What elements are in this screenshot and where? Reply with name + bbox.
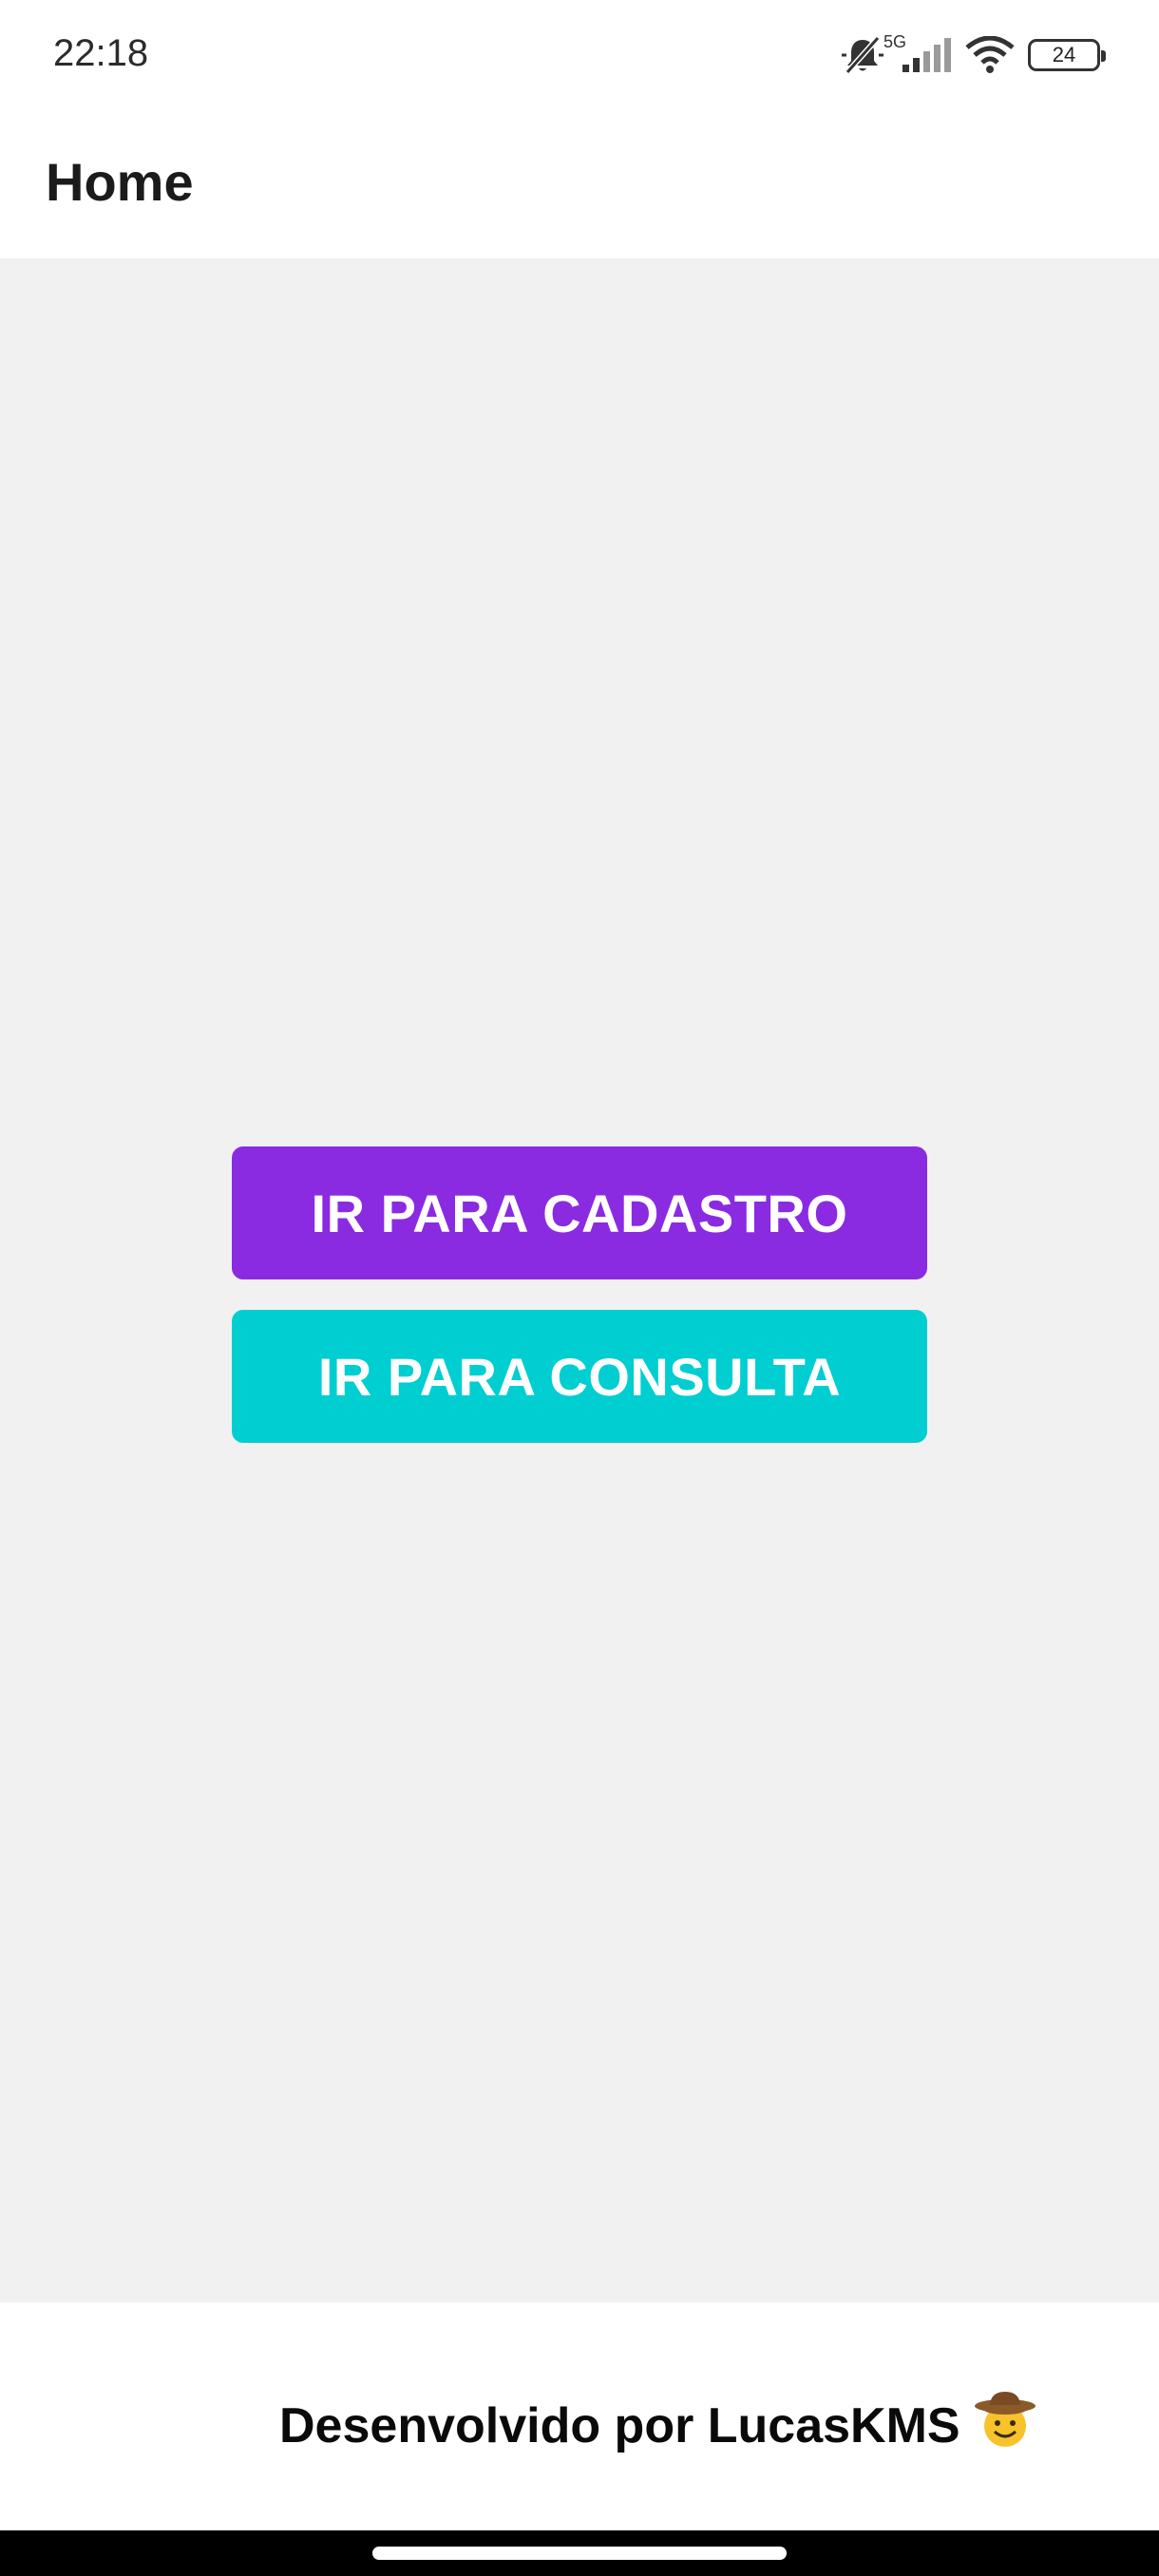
page-title: Home bbox=[46, 152, 194, 212]
signal-icon bbox=[901, 36, 952, 74]
battery-icon: 24 bbox=[1028, 39, 1106, 71]
go-to-consulta-button[interactable]: IR PARA CONSULTA bbox=[232, 1310, 927, 1443]
footer: Desenvolvido por LucasKMS bbox=[0, 2302, 1159, 2530]
status-time: 22:18 bbox=[53, 32, 149, 74]
status-bar: 22:18 5G 24 bbox=[0, 0, 1159, 109]
app-bar: Home bbox=[0, 109, 1159, 258]
wifi-icon bbox=[965, 36, 1015, 74]
cowboy-face-icon bbox=[974, 2390, 1036, 2461]
main-content: IR PARA CADASTRO IR PARA CONSULTA bbox=[0, 258, 1159, 2302]
footer-credit: Desenvolvido por LucasKMS bbox=[279, 2390, 1036, 2461]
home-indicator[interactable] bbox=[372, 2547, 787, 2560]
navigation-bar bbox=[0, 2530, 1159, 2576]
footer-credit-text: Desenvolvido por LucasKMS bbox=[279, 2397, 960, 2453]
status-icons: 24 bbox=[838, 28, 1106, 82]
go-to-cadastro-button[interactable]: IR PARA CADASTRO bbox=[232, 1146, 927, 1279]
screen: 22:18 5G 24 Home IR PARA CADASTRO IR PAR… bbox=[0, 0, 1159, 2576]
muted-bell-icon bbox=[838, 34, 887, 76]
